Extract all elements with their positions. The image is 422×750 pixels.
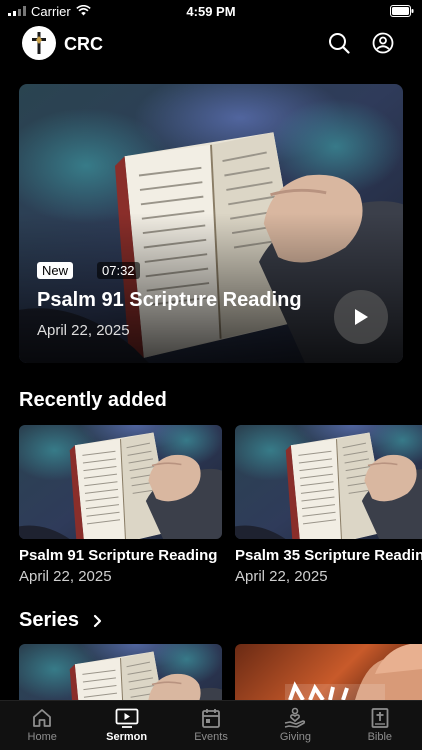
- tab-home-label: Home: [27, 731, 57, 743]
- app-header: CRC: [0, 22, 422, 66]
- tab-home[interactable]: Home: [0, 701, 84, 750]
- series-heading-link[interactable]: Series: [19, 609, 103, 632]
- app-logo[interactable]: [22, 26, 56, 60]
- tab-bible[interactable]: Bible: [338, 701, 422, 750]
- recent-card-thumbnail: [19, 425, 222, 539]
- tab-events[interactable]: Events: [169, 701, 253, 750]
- tab-giving[interactable]: Giving: [253, 701, 337, 750]
- search-button[interactable]: [326, 30, 352, 56]
- play-button[interactable]: [334, 290, 388, 344]
- status-bar: Carrier 4:59 PM: [0, 0, 422, 22]
- tab-events-label: Events: [194, 731, 228, 743]
- play-icon: [355, 309, 368, 325]
- battery-icon: [390, 5, 414, 17]
- new-badge: New: [37, 262, 74, 279]
- series-card[interactable]: [235, 644, 422, 700]
- recent-card-thumbnail: [235, 425, 422, 539]
- cross-icon: [32, 32, 46, 54]
- tab-sermon[interactable]: Sermon: [84, 701, 168, 750]
- series-card[interactable]: [19, 644, 222, 700]
- video-icon: [115, 708, 139, 728]
- recent-card-date: April 22, 2025: [235, 568, 328, 585]
- chevron-right-icon: [93, 614, 102, 627]
- recently-added-heading: Recently added: [19, 389, 167, 411]
- recent-card[interactable]: Psalm 35 Scripture Reading April 22, 202…: [235, 425, 422, 585]
- hero-sermon-card[interactable]: New 07:32 Psalm 91 Scripture Reading Apr…: [19, 84, 403, 363]
- tab-sermon-label: Sermon: [106, 731, 148, 743]
- profile-icon: [372, 32, 394, 54]
- duration-badge: 07:32: [97, 262, 140, 279]
- hero-title: Psalm 91 Scripture Reading: [37, 289, 302, 311]
- recent-card-title: Psalm 35 Scripture Reading: [235, 547, 422, 564]
- giving-hand-icon: [285, 707, 306, 728]
- series-heading: Series: [19, 609, 80, 631]
- recent-card[interactable]: Psalm 91 Scripture Reading April 22, 202…: [19, 425, 222, 585]
- hero-date: April 22, 2025: [37, 322, 130, 339]
- home-icon: [33, 709, 52, 727]
- calendar-icon: [202, 709, 220, 728]
- account-button[interactable]: [370, 30, 396, 56]
- recent-card-title: Psalm 91 Scripture Reading: [19, 547, 218, 564]
- search-icon: [329, 33, 350, 54]
- status-time: 4:59 PM: [186, 3, 236, 19]
- tab-giving-label: Giving: [279, 731, 312, 743]
- bible-icon: [371, 708, 389, 728]
- tab-bible-label: Bible: [367, 731, 393, 743]
- app-title: CRC: [64, 34, 103, 54]
- tab-bar: Home Sermon Events Giving Bible: [0, 700, 422, 750]
- hero-gradient: [19, 213, 403, 363]
- recent-card-date: April 22, 2025: [19, 568, 112, 585]
- worship-series-thumbnail: [285, 644, 422, 700]
- series-thumbnail: [19, 644, 222, 700]
